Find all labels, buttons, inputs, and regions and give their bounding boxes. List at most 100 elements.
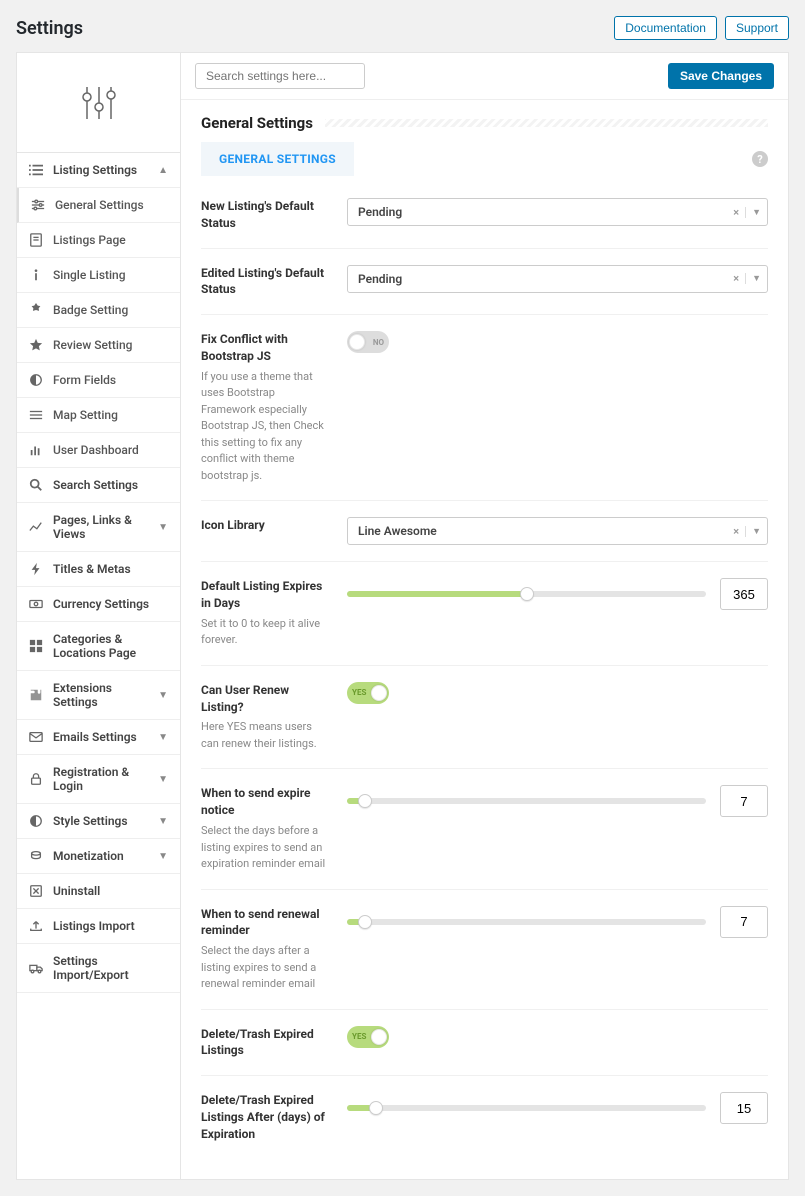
sidebar-item-extensions-settings[interactable]: Extensions Settings ▼ — [17, 671, 180, 720]
sidebar-item-search-settings[interactable]: Search Settings — [17, 468, 180, 503]
chevron-down-icon: ▼ — [158, 522, 168, 533]
truck-icon — [29, 961, 43, 975]
fix-conflict-toggle[interactable] — [347, 331, 389, 353]
support-button[interactable]: Support — [725, 16, 789, 40]
map-icon — [29, 408, 43, 422]
sidebar-label: Currency Settings — [53, 597, 149, 611]
chart-line-icon — [29, 520, 43, 534]
sidebar-item-general-settings[interactable]: General Settings — [17, 188, 180, 223]
help-icon[interactable]: ? — [752, 151, 768, 167]
field-description: Here YES means users can renew their lis… — [201, 719, 329, 752]
chevron-down-icon: ▼ — [158, 851, 168, 862]
main-panel: Save Changes General Settings GENERAL SE… — [181, 52, 789, 1180]
chart-icon — [29, 443, 43, 457]
icon-library-select[interactable]: Line Awesome ×▼ — [347, 517, 768, 545]
sidebar-label: Review Setting — [53, 338, 132, 352]
sidebar-item-registration-login[interactable]: Registration & Login ▼ — [17, 755, 180, 804]
badge-icon — [29, 303, 43, 317]
envelope-icon — [29, 730, 43, 744]
sidebar-item-form-fields[interactable]: Form Fields — [17, 363, 180, 398]
sidebar-item-style-settings[interactable]: Style Settings ▼ — [17, 804, 180, 839]
sidebar-label: Settings Import/Export — [53, 954, 168, 982]
chevron-up-icon: ▲ — [158, 165, 168, 176]
money-icon — [29, 597, 43, 611]
expires-days-slider[interactable] — [347, 583, 706, 605]
sidebar-label: Registration & Login — [53, 765, 158, 793]
sidebar-label: General Settings — [55, 198, 144, 212]
sidebar-item-settings-import-export[interactable]: Settings Import/Export — [17, 944, 180, 993]
field-description: Set it to 0 to keep it alive forever. — [201, 616, 329, 649]
field-description: If you use a theme that uses Bootstrap F… — [201, 369, 329, 485]
edited-listing-status-select[interactable]: Pending × ▼ — [347, 265, 768, 293]
sidebar-item-emails-settings[interactable]: Emails Settings ▼ — [17, 720, 180, 755]
save-changes-button[interactable]: Save Changes — [668, 63, 774, 89]
sidebar-label: Categories & Locations Page — [53, 632, 168, 660]
sidebar-item-badge-setting[interactable]: Badge Setting — [17, 293, 180, 328]
clear-icon[interactable]: × — [733, 525, 739, 538]
sidebar-label: Map Setting — [53, 408, 118, 422]
sidebar-item-monetization[interactable]: Monetization ▼ — [17, 839, 180, 874]
decorative-stripe — [325, 119, 768, 127]
page-icon — [29, 233, 43, 247]
delete-expired-toggle[interactable] — [347, 1026, 389, 1048]
clear-icon[interactable]: × — [733, 206, 739, 219]
sidebar-item-user-dashboard[interactable]: User Dashboard — [17, 433, 180, 468]
bolt-icon — [29, 562, 43, 576]
sidebar-item-single-listing[interactable]: Single Listing — [17, 258, 180, 293]
field-label: New Listing's Default Status — [201, 198, 329, 232]
field-label: When to send renewal reminder — [201, 906, 329, 940]
sidebar-item-map-setting[interactable]: Map Setting — [17, 398, 180, 433]
delete-after-days-input[interactable] — [720, 1092, 768, 1124]
chevron-down-icon: ▼ — [158, 816, 168, 827]
sidebar-item-currency-settings[interactable]: Currency Settings — [17, 587, 180, 622]
sidebar-item-titles-metas[interactable]: Titles & Metas — [17, 552, 180, 587]
delete-after-days-slider[interactable] — [347, 1097, 706, 1119]
select-value: Pending — [358, 272, 402, 286]
page-title: Settings — [16, 18, 83, 39]
expire-notice-input[interactable] — [720, 785, 768, 817]
puzzle-icon — [29, 688, 43, 702]
field-label: Delete/Trash Expired Listings — [201, 1026, 329, 1060]
sidebar-label: Search Settings — [53, 478, 138, 492]
documentation-button[interactable]: Documentation — [614, 16, 717, 40]
renewal-reminder-slider[interactable] — [347, 911, 706, 933]
expires-days-input[interactable] — [720, 578, 768, 610]
sidebar-item-pages-links[interactable]: Pages, Links & Views ▼ — [17, 503, 180, 552]
field-label: Edited Listing's Default Status — [201, 265, 329, 299]
sidebar-item-listings-page[interactable]: Listings Page — [17, 223, 180, 258]
tab-general-settings[interactable]: GENERAL SETTINGS — [201, 142, 354, 176]
clear-icon[interactable]: × — [733, 272, 739, 285]
field-description: Select the days before a listing expires… — [201, 823, 329, 873]
sidebar-item-categories-locations[interactable]: Categories & Locations Page — [17, 622, 180, 671]
search-input[interactable] — [195, 63, 365, 89]
times-square-icon — [29, 884, 43, 898]
half-circle-icon — [29, 373, 43, 387]
search-icon — [29, 478, 43, 492]
chevron-down-icon: ▼ — [745, 273, 761, 284]
grid-icon — [29, 639, 43, 653]
field-label: Default Listing Expires in Days — [201, 578, 329, 612]
chevron-down-icon: ▼ — [158, 690, 168, 701]
field-label: Delete/Trash Expired Listings After (day… — [201, 1092, 329, 1142]
sidebar-label: Badge Setting — [53, 303, 128, 317]
sidebar-item-listings-import[interactable]: Listings Import — [17, 909, 180, 944]
field-label: When to send expire notice — [201, 785, 329, 819]
settings-sliders-icon — [79, 83, 119, 123]
sidebar-label: Form Fields — [53, 373, 116, 387]
can-renew-toggle[interactable] — [347, 682, 389, 704]
renewal-reminder-input[interactable] — [720, 906, 768, 938]
expire-notice-slider[interactable] — [347, 790, 706, 812]
sidebar-label: Listings Import — [53, 919, 135, 933]
coins-icon — [29, 849, 43, 863]
chevron-down-icon: ▼ — [745, 207, 761, 218]
sidebar-item-review-setting[interactable]: Review Setting — [17, 328, 180, 363]
chevron-down-icon: ▼ — [158, 732, 168, 743]
sidebar-label: Style Settings — [53, 814, 128, 828]
new-listing-status-select[interactable]: Pending ×▼ — [347, 198, 768, 226]
lock-icon — [29, 772, 43, 786]
star-icon — [29, 338, 43, 352]
select-value: Line Awesome — [358, 524, 437, 538]
sidebar-item-listing-settings[interactable]: Listing Settings ▲ — [17, 153, 180, 188]
sidebar-item-uninstall[interactable]: Uninstall — [17, 874, 180, 909]
list-icon — [29, 163, 43, 177]
